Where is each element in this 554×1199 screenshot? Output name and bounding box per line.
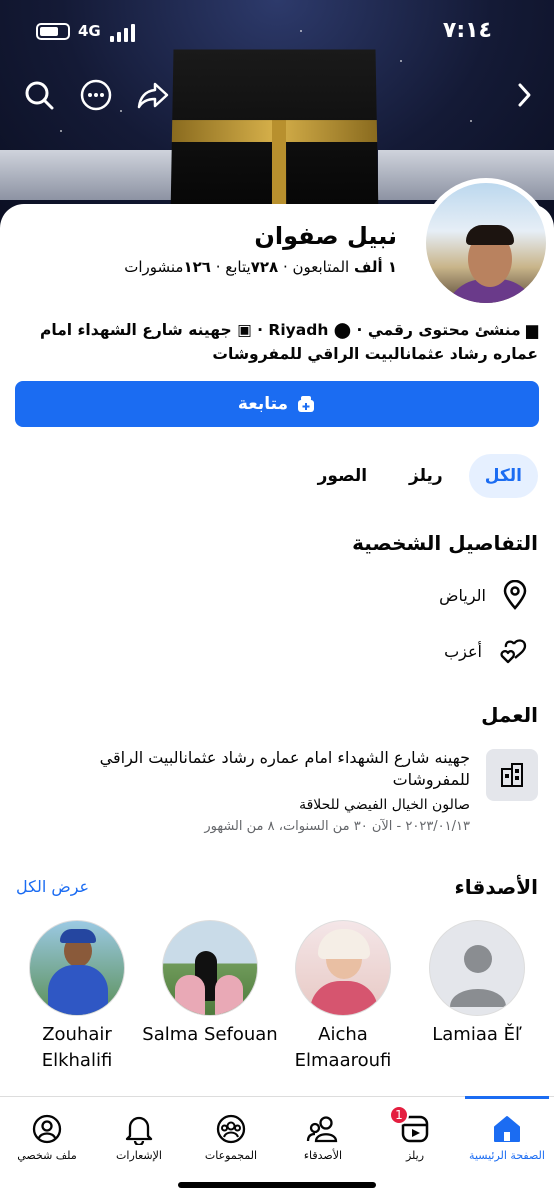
bell-icon	[93, 1109, 185, 1149]
tab-reels[interactable]: ريلز	[393, 454, 459, 498]
profile-category: منشئ محتوى رقمي	[368, 321, 521, 339]
work-period: ٢٠٢٣/٠١/١٣ - الآن ٣٠ من السنوات، ٨ من ال…	[40, 819, 470, 834]
detail-relationship: أعزب	[444, 636, 528, 666]
followers-count: ١ ألف	[354, 258, 397, 276]
chevron-right-icon	[514, 81, 534, 109]
friend-name: Salma Sefouan	[140, 1022, 280, 1048]
friend-avatar	[429, 920, 525, 1016]
work-employer: صالون الخيال الفيضي للحلاقة	[40, 797, 470, 813]
friend-card[interactable]: Lamiaa Ěľ	[407, 920, 547, 1048]
groups-icon	[185, 1109, 277, 1149]
work-place: جهينه شارع الشهداء امام عماره رشاد عثمان…	[40, 747, 470, 791]
follow-button-label: متابعة	[238, 394, 288, 414]
home-indicator[interactable]	[178, 1182, 376, 1188]
posts-label: منشورات	[124, 258, 183, 276]
profile-tabs: الكل ريلز الصور	[302, 454, 538, 498]
nav-notifications[interactable]: الإشعارات	[93, 1097, 185, 1162]
friend-card[interactable]: Aicha Elmaaroufi	[273, 920, 413, 1074]
network-type: 4G	[78, 22, 101, 40]
mosque-arcade	[0, 150, 175, 200]
friends-icon	[277, 1109, 369, 1149]
profile-intro: ▆ منشئ محتوى رقمي · ⬤ Riyadh · ▣ جهينه ش…	[16, 318, 538, 366]
work-entry[interactable]: جهينه شارع الشهداء امام عماره رشاد عثمان…	[40, 747, 470, 834]
tab-all[interactable]: الكل	[469, 454, 538, 498]
nav-reels[interactable]: 1 ريلز	[369, 1097, 461, 1162]
nav-groups[interactable]: المجموعات	[185, 1097, 277, 1162]
nav-profile[interactable]: ملف شخصي	[1, 1097, 93, 1162]
following-label: يتابع	[225, 258, 250, 276]
search-button[interactable]	[20, 76, 58, 114]
add-friend-icon	[296, 394, 316, 414]
clock: ٧:١٤	[443, 18, 492, 43]
nav-home-label: الصفحة الرئيسية	[461, 1149, 553, 1162]
more-icon	[80, 79, 112, 111]
reels-icon: 1	[369, 1109, 461, 1149]
share-button[interactable]	[134, 76, 172, 114]
friend-card[interactable]: Salma Sefouan	[140, 920, 280, 1048]
share-icon	[137, 80, 169, 110]
profile-city[interactable]: Riyadh	[268, 321, 328, 339]
more-options-button[interactable]	[77, 76, 115, 114]
nav-notifications-label: الإشعارات	[93, 1149, 185, 1162]
friend-avatar	[162, 920, 258, 1016]
back-button[interactable]	[505, 76, 543, 114]
friend-name: Zouhair Elkhalifi	[7, 1022, 147, 1074]
location-pin-icon: ⬤	[334, 321, 351, 339]
hearts-icon	[498, 636, 528, 666]
profile-stats[interactable]: ١ ألف المتابعون · ٧٢٨يتابع · ١٢٦منشورات	[124, 258, 397, 276]
detail-location-text: الرياض	[439, 586, 486, 605]
friend-name: Aicha Elmaaroufi	[273, 1022, 413, 1074]
profile-icon	[1, 1109, 93, 1149]
nav-friends[interactable]: الأصدقاء	[277, 1097, 369, 1162]
followers-label: المتابعون	[293, 258, 350, 276]
location-pin-icon	[502, 580, 528, 610]
details-title: التفاصيل الشخصية	[352, 531, 538, 555]
work-title: العمل	[481, 703, 538, 727]
building-icon: ▣	[237, 321, 252, 339]
friends-title: الأصدقاء	[455, 875, 538, 899]
friend-card[interactable]: Zouhair Elkhalifi	[7, 920, 147, 1074]
friend-avatar	[29, 920, 125, 1016]
kaaba-image	[170, 49, 378, 219]
follow-button[interactable]: متابعة	[15, 381, 539, 427]
tab-photos[interactable]: الصور	[302, 454, 383, 498]
friend-avatar	[295, 920, 391, 1016]
battery-icon	[36, 23, 70, 40]
home-icon	[461, 1109, 553, 1149]
profile-name: نبيل صفوان	[254, 222, 397, 250]
signal-icon	[110, 24, 135, 42]
nav-groups-label: المجموعات	[185, 1149, 277, 1162]
see-all-friends-link[interactable]: عرض الكل	[16, 877, 89, 896]
detail-relationship-text: أعزب	[444, 642, 482, 661]
posts-count: ١٢٦	[183, 258, 210, 276]
friend-name: Lamiaa Ěľ	[407, 1022, 547, 1048]
building-icon	[486, 749, 538, 801]
following-count: ٧٢٨	[251, 258, 278, 276]
profile-avatar[interactable]	[421, 178, 551, 308]
nav-reels-label: ريلز	[369, 1149, 461, 1162]
friends-list: Lamiaa Ěľ Aicha Elmaaroufi Salma Sefouan…	[0, 920, 554, 1080]
detail-location: الرياض	[439, 580, 528, 610]
nav-home[interactable]: الصفحة الرئيسية	[461, 1097, 553, 1162]
briefcase-icon: ▆	[526, 321, 538, 339]
status-bar: 4G ٧:١٤	[0, 0, 554, 62]
search-icon	[24, 80, 54, 110]
nav-profile-label: ملف شخصي	[1, 1149, 93, 1162]
reels-badge: 1	[389, 1105, 409, 1125]
nav-friends-label: الأصدقاء	[277, 1149, 369, 1162]
